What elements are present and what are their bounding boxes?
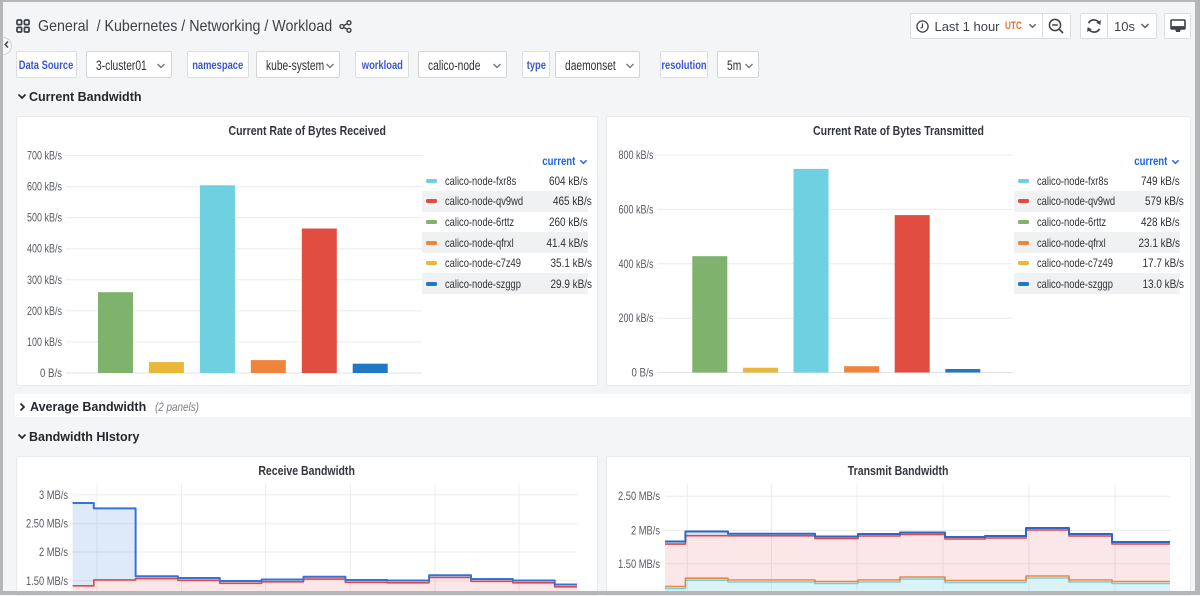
svg-text:400 kB/s: 400 kB/s [619, 257, 654, 271]
svg-text:2 MB/s: 2 MB/s [631, 524, 660, 538]
svg-text:1.50 MB/s: 1.50 MB/s [26, 574, 68, 588]
svg-text:600 kB/s: 600 kB/s [27, 180, 62, 194]
svg-text:200 kB/s: 200 kB/s [27, 304, 62, 318]
svg-text:0 B/s: 0 B/s [632, 366, 654, 380]
svg-text:700 kB/s: 700 kB/s [27, 149, 62, 163]
svg-text:0 B/s: 0 B/s [40, 366, 62, 380]
svg-text:2.50 MB/s: 2.50 MB/s [26, 517, 68, 531]
svg-text:800 kB/s: 800 kB/s [619, 148, 654, 162]
svg-text:100 kB/s: 100 kB/s [27, 335, 62, 349]
svg-text:2.50 MB/s: 2.50 MB/s [618, 489, 660, 503]
svg-text:3 MB/s: 3 MB/s [39, 488, 68, 502]
svg-text:2 MB/s: 2 MB/s [39, 545, 68, 559]
svg-text:1.50 MB/s: 1.50 MB/s [618, 557, 660, 571]
svg-text:200 kB/s: 200 kB/s [619, 311, 654, 325]
svg-text:300 kB/s: 300 kB/s [27, 273, 62, 287]
svg-text:400 kB/s: 400 kB/s [27, 242, 62, 256]
svg-text:600 kB/s: 600 kB/s [619, 202, 654, 216]
svg-text:500 kB/s: 500 kB/s [27, 211, 62, 225]
